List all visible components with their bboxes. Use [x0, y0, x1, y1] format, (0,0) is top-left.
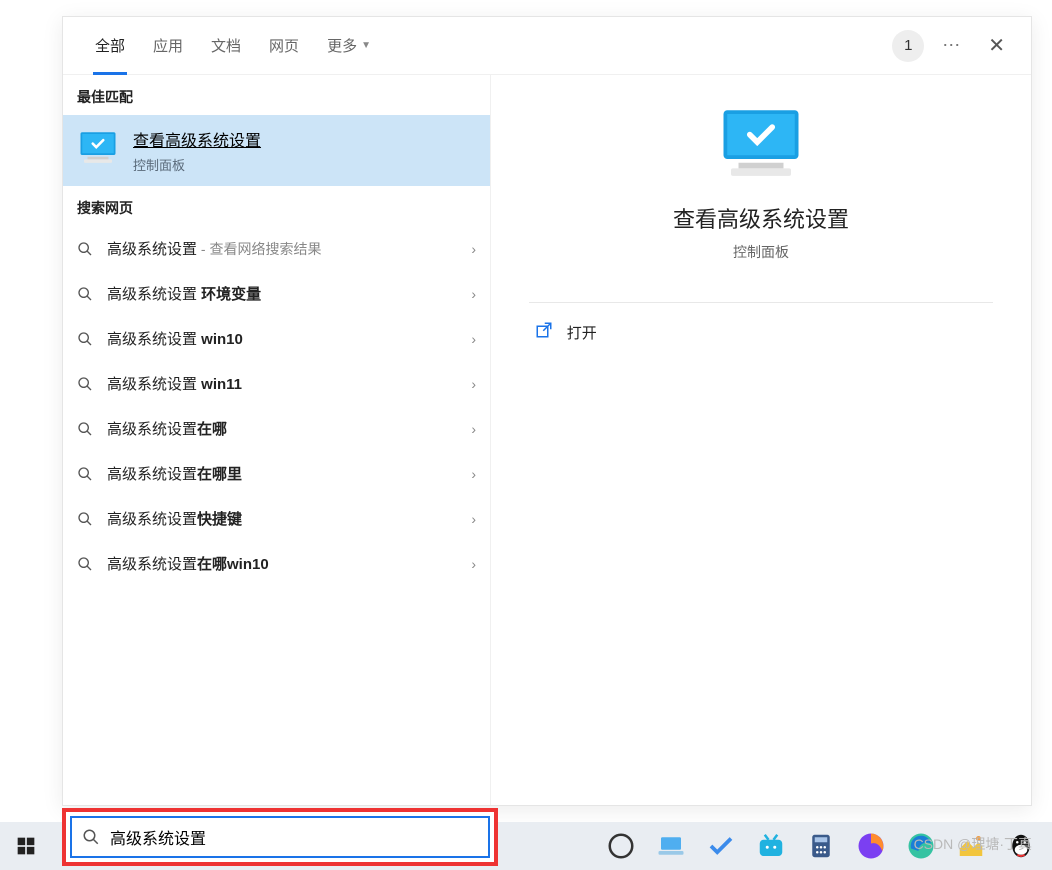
firefox-icon[interactable]: [856, 831, 886, 861]
web-result-text: 高级系统设置在哪win10: [107, 553, 457, 574]
check-icon[interactable]: [706, 831, 736, 861]
preview-title: 查看高级系统设置: [673, 202, 849, 234]
search-icon: [77, 466, 93, 482]
open-external-icon: [535, 321, 553, 343]
web-result-item[interactable]: 高级系统设置在哪 ›: [63, 406, 490, 451]
web-result-item[interactable]: 高级系统设置 win10 ›: [63, 316, 490, 361]
tabs-bar: 全部 应用 文档 网页 更多▼ 1 ⋯ ✕: [63, 17, 1031, 75]
best-match-subtitle: 控制面板: [133, 155, 261, 174]
web-result-text: 高级系统设置在哪里: [107, 463, 457, 484]
bilibili-icon[interactable]: [756, 831, 786, 861]
monitor-check-icon: [716, 105, 806, 188]
search-box-highlight: [62, 808, 498, 866]
search-icon: [77, 286, 93, 302]
best-match-item[interactable]: 查看高级系统设置 控制面板: [63, 115, 490, 186]
chevron-right-icon: ›: [471, 376, 476, 392]
chevron-right-icon: ›: [471, 286, 476, 302]
web-result-item[interactable]: 高级系统设置 win11 ›: [63, 361, 490, 406]
search-icon: [77, 376, 93, 392]
search-icon: [77, 331, 93, 347]
monitor-check-icon: [77, 130, 119, 171]
open-label: 打开: [567, 322, 597, 343]
web-result-text: 高级系统设置快捷键: [107, 508, 457, 529]
web-result-text: 高级系统设置 win10: [107, 328, 457, 349]
web-result-item[interactable]: 高级系统设置快捷键 ›: [63, 496, 490, 541]
start-button[interactable]: [0, 822, 52, 870]
taskbar-search-box[interactable]: [70, 816, 490, 858]
web-result-text: 高级系统设置 环境变量: [107, 283, 457, 304]
open-action[interactable]: 打开: [529, 303, 993, 361]
tab-all[interactable]: 全部: [81, 17, 139, 75]
calculator-icon[interactable]: [806, 831, 836, 861]
web-result-text: 高级系统设置在哪: [107, 418, 457, 439]
search-icon: [77, 511, 93, 527]
tab-apps[interactable]: 应用: [139, 17, 197, 75]
chevron-right-icon: ›: [471, 421, 476, 437]
web-result-item[interactable]: 高级系统设置在哪win10 ›: [63, 541, 490, 586]
more-options-icon[interactable]: ⋯: [942, 35, 962, 56]
preview-pane: 查看高级系统设置 控制面板 打开: [491, 75, 1031, 805]
best-match-title: 查看高级系统设置: [133, 127, 261, 151]
search-icon: [77, 421, 93, 437]
search-results-panel: 全部 应用 文档 网页 更多▼ 1 ⋯ ✕ 最佳匹配 查看高级系统设置 控制面板…: [62, 16, 1032, 806]
chevron-right-icon: ›: [471, 466, 476, 482]
web-results-list: 高级系统设置 - 查看网络搜索结果›高级系统设置 环境变量›高级系统设置 win…: [63, 226, 490, 586]
close-icon[interactable]: ✕: [980, 29, 1013, 62]
web-result-text: 高级系统设置 win11: [107, 373, 457, 394]
taskbar-tray: [596, 822, 1046, 870]
web-search-header: 搜索网页: [63, 186, 490, 226]
chevron-right-icon: ›: [471, 241, 476, 257]
edge-icon[interactable]: [906, 831, 936, 861]
results-left-column: 最佳匹配 查看高级系统设置 控制面板 搜索网页 高级系统设置 - 查看网络搜索结…: [63, 75, 491, 805]
web-result-item[interactable]: 高级系统设置 - 查看网络搜索结果 ›: [63, 226, 490, 271]
notification-badge[interactable]: 1: [892, 30, 924, 62]
tab-web[interactable]: 网页: [255, 17, 313, 75]
chevron-down-icon: ▼: [361, 40, 371, 51]
tab-more[interactable]: 更多▼: [313, 17, 385, 75]
web-result-item[interactable]: 高级系统设置在哪里 ›: [63, 451, 490, 496]
search-icon: [82, 828, 100, 846]
cortana-icon[interactable]: [606, 831, 636, 861]
best-match-header: 最佳匹配: [63, 75, 490, 115]
search-icon: [77, 556, 93, 572]
laptop-icon[interactable]: [656, 831, 686, 861]
snipaste-icon[interactable]: [956, 831, 986, 861]
search-icon: [77, 241, 93, 257]
chevron-right-icon: ›: [471, 556, 476, 572]
qq-icon[interactable]: [1006, 831, 1036, 861]
web-result-item[interactable]: 高级系统设置 环境变量 ›: [63, 271, 490, 316]
tab-docs[interactable]: 文档: [197, 17, 255, 75]
chevron-right-icon: ›: [471, 511, 476, 527]
chevron-right-icon: ›: [471, 331, 476, 347]
search-input[interactable]: [110, 828, 478, 846]
preview-subtitle: 控制面板: [733, 242, 789, 262]
web-result-text: 高级系统设置 - 查看网络搜索结果: [107, 238, 457, 259]
